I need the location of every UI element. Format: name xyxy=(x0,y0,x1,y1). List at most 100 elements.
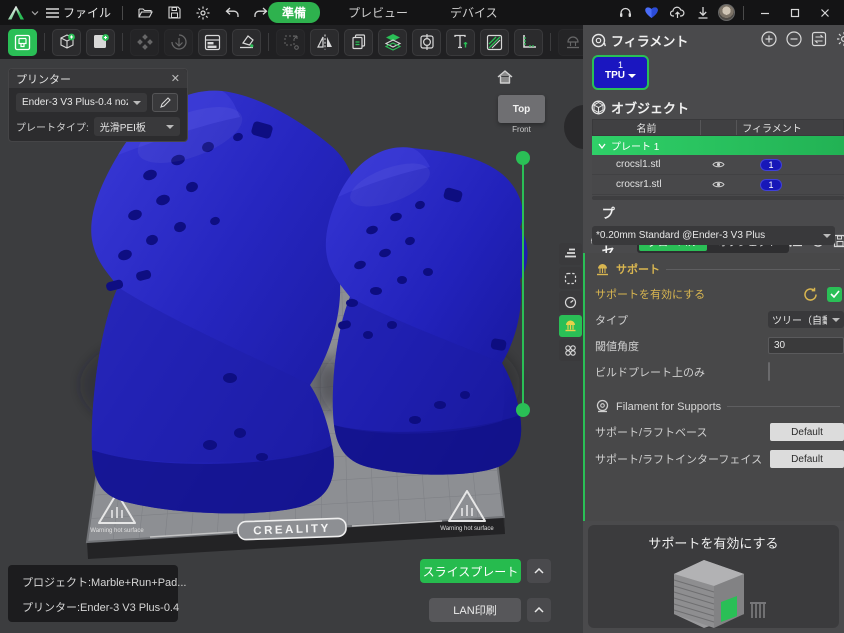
support-paint-button[interactable] xyxy=(558,29,583,56)
split-object-icon xyxy=(384,33,402,51)
enable-support-checkbox[interactable] xyxy=(827,287,842,302)
layer-range-slider[interactable] xyxy=(516,151,530,417)
file-menu[interactable]: ファイル xyxy=(46,4,111,21)
settings-button[interactable] xyxy=(192,4,214,22)
maximize-button[interactable] xyxy=(782,0,808,25)
3d-viewport[interactable]: Warning hot surface Warning hot surface … xyxy=(0,59,583,633)
creality-cloud-button[interactable] xyxy=(640,4,662,22)
printer-panel-close-icon[interactable]: ✕ xyxy=(171,72,180,85)
object-table-header: 名前 フィラメント xyxy=(592,119,844,136)
view-cube-top-label: Top xyxy=(513,104,531,115)
paint-hatch-icon xyxy=(486,34,503,51)
buildplate-only-checkbox[interactable] xyxy=(768,362,770,381)
object-row-crocsl1[interactable]: crocsl1.stl 1 xyxy=(592,155,844,175)
download-button[interactable] xyxy=(692,4,714,22)
support-interface-row: サポート/ラフトインターフェイス Default xyxy=(595,450,844,468)
add-model-button[interactable] xyxy=(52,29,81,56)
hint-title: サポートを有効にする xyxy=(588,533,839,552)
filament-supports-icon xyxy=(595,399,610,414)
lan-print-button[interactable]: LAN印刷 xyxy=(429,598,521,622)
support-type-select[interactable]: ツリー（自動） xyxy=(768,311,844,328)
paint-button[interactable] xyxy=(480,29,509,56)
filament-spool-icon xyxy=(591,33,606,48)
split-layout-button[interactable] xyxy=(198,29,227,56)
dashed-square-icon xyxy=(564,272,577,285)
close-button[interactable] xyxy=(812,0,838,25)
filament-slot-1[interactable]: 1 TPU xyxy=(592,55,649,90)
auto-orient-button[interactable] xyxy=(164,29,193,56)
tab-prepare[interactable]: 準備 xyxy=(268,2,320,23)
upload-cloud-button[interactable] xyxy=(666,4,688,22)
edit-printer-button[interactable] xyxy=(152,93,178,112)
user-avatar[interactable] xyxy=(718,4,735,21)
filament-settings-gear-icon[interactable] xyxy=(836,31,844,47)
measure-button[interactable] xyxy=(514,29,543,56)
speed-tool-button[interactable] xyxy=(559,291,582,313)
slider-knob-top[interactable] xyxy=(516,151,530,165)
flatten-eraser-icon xyxy=(238,33,256,51)
split-object-button[interactable] xyxy=(378,29,407,56)
support-headset-button[interactable] xyxy=(614,4,636,22)
support-tool-button[interactable] xyxy=(559,315,582,337)
save-button[interactable] xyxy=(163,4,185,22)
slice-plate-button[interactable]: スライスプレート xyxy=(420,559,521,583)
plugins-tool-button[interactable] xyxy=(559,339,582,361)
object-table: 名前 フィラメント プレート 1 crocsl1.stl 1 crocsr1.s… xyxy=(592,119,844,200)
arrange-button[interactable] xyxy=(130,29,159,56)
add-plate-button[interactable] xyxy=(86,29,115,56)
printer-select[interactable]: Ender-3 V3 Plus-0.4 nozzle xyxy=(16,93,147,112)
seam-tool-button[interactable] xyxy=(559,267,582,289)
view-cube[interactable]: Top xyxy=(498,95,545,123)
slice-options-button[interactable] xyxy=(527,559,551,583)
app-logo-icon[interactable] xyxy=(8,6,24,20)
text-tool-button[interactable] xyxy=(446,29,475,56)
clone-button[interactable] xyxy=(344,29,373,56)
slider-knob-bottom[interactable] xyxy=(516,403,530,417)
cut-button[interactable] xyxy=(412,29,441,56)
col-visibility xyxy=(701,120,737,135)
support-base-label: サポート/ラフトベース xyxy=(595,424,770,440)
home-view-button[interactable] xyxy=(497,70,513,89)
visibility-toggle[interactable] xyxy=(700,180,736,189)
hamburger-icon xyxy=(46,8,59,18)
filament-assign[interactable]: 1 xyxy=(736,159,806,171)
layers-tool-button[interactable] xyxy=(559,243,582,265)
warning-text-left: Warning hot surface xyxy=(90,528,144,534)
object-row-crocsr1[interactable]: crocsr1.stl 1 xyxy=(592,175,844,195)
redo-icon xyxy=(254,7,268,18)
logo-chevron-down-icon[interactable] xyxy=(31,9,39,17)
open-file-button[interactable] xyxy=(134,4,156,22)
support-paint-icon xyxy=(564,33,582,51)
add-filament-icon[interactable] xyxy=(761,31,777,47)
minimize-button[interactable] xyxy=(752,0,778,25)
plate-type-select[interactable]: 光滑PEI板 xyxy=(94,117,180,136)
threshold-angle-input[interactable] xyxy=(768,337,844,354)
chevron-down-icon xyxy=(166,125,174,129)
mirror-button[interactable] xyxy=(310,29,339,56)
filament-slot-number: 1 xyxy=(594,60,647,70)
swap-filament-icon[interactable] xyxy=(811,31,827,47)
model-crocsr1[interactable] xyxy=(326,147,528,474)
flatten-button[interactable] xyxy=(232,29,261,56)
undo-button[interactable] xyxy=(221,4,243,22)
preset-select[interactable]: *0.20mm Standard @Ender-3 V3 Plus xyxy=(592,226,835,245)
plate-settings-button[interactable] xyxy=(8,29,37,56)
table-scrollbar[interactable] xyxy=(592,196,844,200)
clone-icon xyxy=(350,33,368,51)
plate-row[interactable]: プレート 1 xyxy=(592,136,844,155)
reset-value-icon[interactable] xyxy=(803,287,818,302)
tab-device[interactable]: デバイス xyxy=(436,2,512,23)
setting-hint-card: サポートを有効にする xyxy=(588,525,839,628)
remove-filament-icon[interactable] xyxy=(786,31,802,47)
support-interface-select[interactable]: Default xyxy=(770,450,844,468)
filament-assign[interactable]: 1 xyxy=(736,179,806,191)
lan-print-options-button[interactable] xyxy=(527,598,551,622)
model-crocsl1[interactable] xyxy=(91,91,355,514)
divider xyxy=(743,6,744,20)
visibility-toggle[interactable] xyxy=(700,160,736,169)
pencil-icon xyxy=(160,97,171,108)
support-base-select[interactable]: Default xyxy=(770,423,844,441)
tab-preview[interactable]: プレビュー xyxy=(334,2,422,23)
slider-track[interactable] xyxy=(522,158,524,410)
transform-button[interactable] xyxy=(276,29,305,56)
